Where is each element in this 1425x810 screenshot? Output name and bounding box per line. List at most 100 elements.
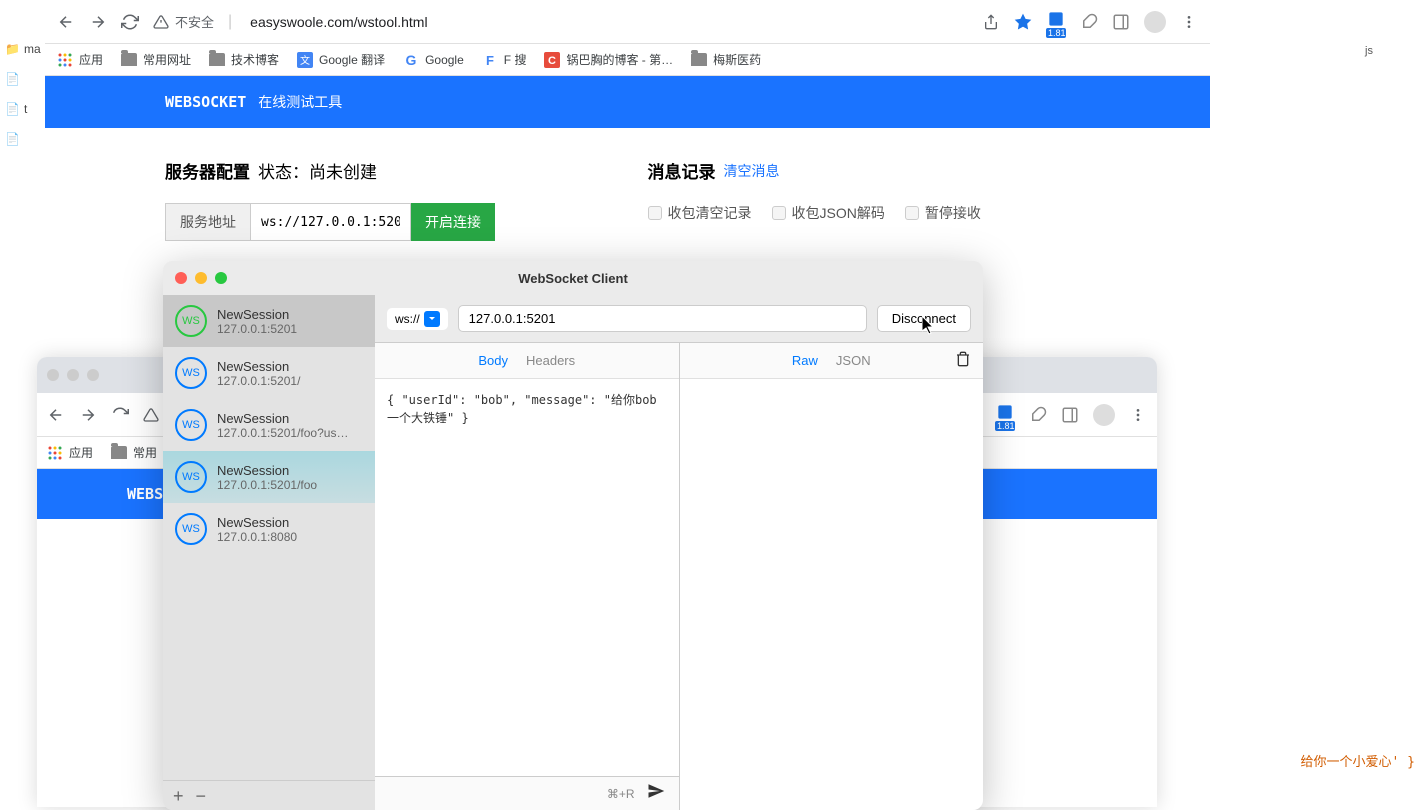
session-sidebar: WS NewSession 127.0.0.1:5201 WS NewSessi… xyxy=(163,295,375,810)
session-text: NewSession 127.0.0.1:5201/foo?us… xyxy=(217,411,363,440)
checkbox-pause[interactable]: 暂停接收 xyxy=(905,203,981,223)
maximize-button[interactable] xyxy=(215,272,227,284)
checkbox-label: 收包JSON解码 xyxy=(792,203,885,223)
session-name: NewSession xyxy=(217,307,363,322)
extension-badge[interactable]: 1.81 xyxy=(1046,9,1066,34)
menu-icon[interactable] xyxy=(1129,406,1147,424)
url-text[interactable]: easyswoole.com/wstool.html xyxy=(250,14,427,30)
websocket-client-window: WebSocket Client WS NewSession 127.0.0.1… xyxy=(163,261,983,810)
profile-avatar[interactable] xyxy=(1144,11,1166,33)
side-panel-icon[interactable] xyxy=(1112,13,1130,31)
profile-avatar[interactable] xyxy=(1093,404,1115,426)
bg-tree-item: 📁 ma xyxy=(0,34,45,64)
scheme-selector[interactable]: ws:// xyxy=(387,308,448,330)
apps-button[interactable]: 应用 xyxy=(57,51,103,68)
back-button[interactable] xyxy=(57,13,75,31)
folder-icon xyxy=(209,53,225,66)
bookmark-folder[interactable]: 梅斯医药 xyxy=(691,51,761,68)
reload-button[interactable] xyxy=(111,406,129,424)
address-label: 服务地址 xyxy=(165,203,251,241)
ws-badge-icon: WS xyxy=(175,513,207,545)
connect-button[interactable]: 开启连接 xyxy=(411,203,495,241)
security-indicator[interactable]: 不安全 xyxy=(153,12,214,31)
bookmark-folder[interactable]: 常用网址 xyxy=(121,51,191,68)
checkbox-json-decode[interactable]: 收包JSON解码 xyxy=(772,203,885,223)
forward-button[interactable] xyxy=(79,406,97,424)
c-icon: C xyxy=(544,52,560,68)
apps-button[interactable]: 应用 xyxy=(47,444,93,461)
folder-icon xyxy=(111,446,127,459)
bookmark-label: 梅斯医药 xyxy=(713,51,761,68)
checkbox-clear-on-receive[interactable]: 收包清空记录 xyxy=(648,203,752,223)
extensions-icon[interactable] xyxy=(1080,13,1098,31)
minimize-button[interactable] xyxy=(195,272,207,284)
svg-text:C: C xyxy=(548,55,556,67)
tab-json[interactable]: JSON xyxy=(836,353,871,368)
mouse-cursor xyxy=(922,316,936,336)
session-url: 127.0.0.1:5201/foo?us… xyxy=(217,426,363,440)
checkbox-label: 暂停接收 xyxy=(925,203,981,223)
session-item[interactable]: WS NewSession 127.0.0.1:5201 xyxy=(163,295,375,347)
page-subtitle: 在线测试工具 xyxy=(258,92,342,112)
session-name: NewSession xyxy=(217,515,363,530)
bookmark-item[interactable]: 文Google 翻译 xyxy=(297,51,385,68)
tab-headers[interactable]: Headers xyxy=(526,353,575,368)
ws-badge-icon: WS xyxy=(175,305,207,337)
send-button[interactable] xyxy=(647,782,665,805)
main-panel: ws:// Disconnect Body Headers { "userId"… xyxy=(375,295,983,810)
forward-button[interactable] xyxy=(89,13,107,31)
bookmark-folder[interactable]: 技术博客 xyxy=(209,51,279,68)
checkbox-icon xyxy=(772,206,786,220)
session-name: NewSession xyxy=(217,359,363,374)
session-text: NewSession 127.0.0.1:5201 xyxy=(217,307,363,336)
bookmark-label: 应用 xyxy=(79,51,103,68)
share-icon[interactable] xyxy=(982,13,1000,31)
tab-body[interactable]: Body xyxy=(478,353,508,368)
right-code-panel: js 给你一个小爱心' } xyxy=(1210,0,1425,810)
tab-raw[interactable]: Raw xyxy=(792,353,818,368)
close-button[interactable] xyxy=(175,272,187,284)
session-item[interactable]: WS NewSession 127.0.0.1:5201/foo xyxy=(163,451,375,503)
session-url: 127.0.0.1:5201 xyxy=(217,322,363,336)
ws-badge-icon: WS xyxy=(175,409,207,441)
close-dot[interactable] xyxy=(47,369,59,381)
clear-messages-link[interactable]: 清空消息 xyxy=(724,161,780,181)
scheme-label: ws:// xyxy=(395,312,420,326)
session-item[interactable]: WS NewSession 127.0.0.1:5201/foo?us… xyxy=(163,399,375,451)
add-session-button[interactable]: + xyxy=(173,787,184,805)
bg-tree-item: 📄 xyxy=(0,124,45,154)
session-name: NewSession xyxy=(217,411,363,426)
extension-badge[interactable]: 1.81 xyxy=(995,402,1015,427)
server-config-title: 服务器配置 状态：尚未创建 xyxy=(165,158,608,183)
session-text: NewSession 127.0.0.1:5201/ xyxy=(217,359,363,388)
svg-text:文: 文 xyxy=(300,54,310,67)
back-button[interactable] xyxy=(47,406,65,424)
session-item[interactable]: WS NewSession 127.0.0.1:8080 xyxy=(163,503,375,555)
url-input[interactable] xyxy=(458,305,867,332)
side-panel-icon[interactable] xyxy=(1061,406,1079,424)
reload-button[interactable] xyxy=(121,13,139,31)
bookmark-item[interactable]: C锅巴胸的博客 - 第… xyxy=(544,51,673,68)
bookmark-label: 技术博客 xyxy=(231,51,279,68)
file-icon: 📄 xyxy=(5,132,20,146)
menu-icon[interactable] xyxy=(1180,13,1198,31)
bg-tree-item: 📄 t xyxy=(0,94,45,124)
bookmark-folder[interactable]: 常用 xyxy=(111,444,157,461)
address-input[interactable] xyxy=(251,203,411,241)
maximize-dot[interactable] xyxy=(87,369,99,381)
bookmark-star-icon[interactable] xyxy=(1014,13,1032,31)
session-item[interactable]: WS NewSession 127.0.0.1:5201/ xyxy=(163,347,375,399)
minimize-dot[interactable] xyxy=(67,369,79,381)
titlebar[interactable]: WebSocket Client xyxy=(163,261,983,295)
chevron-down-icon xyxy=(424,311,440,327)
clear-response-button[interactable] xyxy=(955,351,971,370)
request-body[interactable]: { "userId": "bob", "message": "给你bob一个大铁… xyxy=(375,379,679,776)
folder-icon xyxy=(121,53,137,66)
security-indicator[interactable] xyxy=(143,407,159,423)
request-footer: ⌘+R xyxy=(375,776,679,810)
bookmark-item[interactable]: FF 搜 xyxy=(482,51,527,68)
bookmark-item[interactable]: GGoogle xyxy=(403,52,464,68)
extensions-icon[interactable] xyxy=(1029,406,1047,424)
remove-session-button[interactable]: − xyxy=(196,787,207,805)
insecure-label: 不安全 xyxy=(175,12,214,31)
